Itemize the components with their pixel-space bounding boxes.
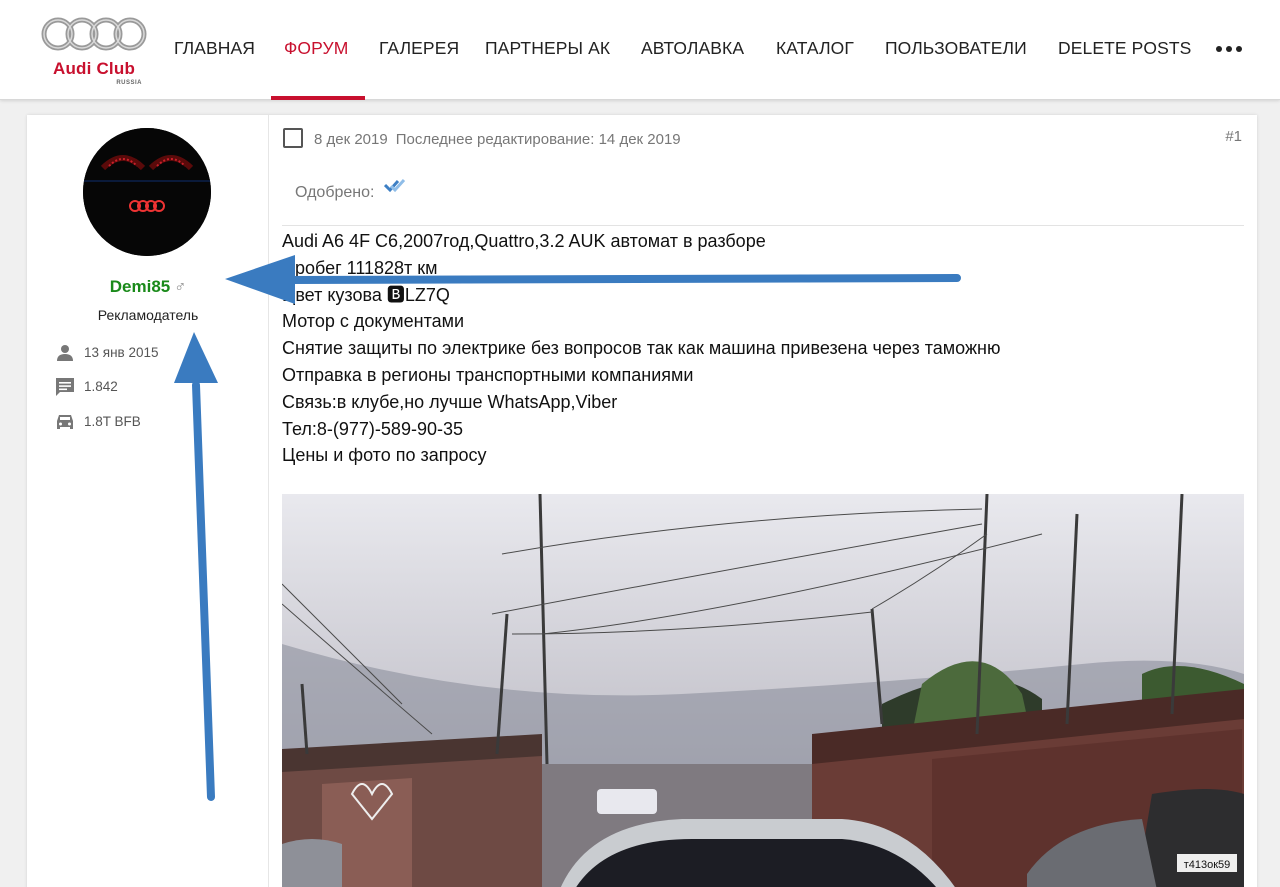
nav-item[interactable]: ГАЛЕРЕЯ <box>379 38 459 59</box>
post-user-sidebar: Demi85 ♂ Рекламодатель 13 янв 2015 1.842 … <box>27 115 269 887</box>
double-check-icon <box>384 178 406 193</box>
post-separator <box>282 225 1244 226</box>
car-icon <box>57 415 73 429</box>
audi-rings-icon <box>41 17 147 51</box>
post-line: Связь:в клубе,но лучше WhatsApp,Viber <box>282 391 618 412</box>
post-date-link[interactable]: 8 дек 2019 <box>314 131 388 148</box>
last-edited-text: Последнее редактирование: 14 дек 2019 <box>395 131 681 148</box>
more-horizontal-icon[interactable] <box>1216 46 1242 52</box>
user-title: Рекламодатель <box>97 307 199 323</box>
post-number-link[interactable]: #1 <box>1225 128 1242 145</box>
male-gender-icon: ♂ <box>174 279 187 296</box>
car-value: 1.8T BFB <box>84 414 141 429</box>
username-link[interactable]: Demi85 <box>110 277 170 296</box>
post-line: Тел:8-(977)-589-90-35 <box>282 418 463 439</box>
active-nav-underline <box>271 96 365 100</box>
post-line: Мотор с документами <box>282 311 465 332</box>
nav-item[interactable]: ПОЛЬЗОВАТЕЛИ <box>885 38 1027 59</box>
person-icon <box>57 345 73 361</box>
post-line: Audi A6 4F C6,2007год,Quattro,3.2 AUK ав… <box>282 231 766 251</box>
nav-item[interactable]: КАТАЛОГ <box>776 38 854 59</box>
approved-row: Одобрено: <box>295 178 406 202</box>
nav-item[interactable]: DELETE POSTS <box>1058 38 1191 59</box>
username-row: Demi85 ♂ <box>27 277 269 297</box>
forum-post: Demi85 ♂ Рекламодатель 13 янв 2015 1.842 … <box>27 115 1257 887</box>
message-count-value: 1.842 <box>84 379 118 394</box>
post-line: Цены и фото по запросу <box>282 445 487 466</box>
post-line: Цвет кузова 🅱LZ7Q <box>282 284 450 305</box>
nav-item[interactable]: ПАРТНЕРЫ АК <box>485 38 610 59</box>
nav-item[interactable]: АВТОЛАВКА <box>641 38 744 59</box>
post-content: 8 дек 2019 Последнее редактирование: 14 д… <box>282 115 1244 887</box>
site-header: Audi Club RUSSIA ГЛАВНАЯ ФОРУМ ГАЛЕРЕЯ ПАРТ… <box>0 0 1280 100</box>
approved-label: Одобрено: <box>295 184 375 201</box>
nav-item[interactable]: ГЛАВНАЯ <box>174 38 255 59</box>
comment-icon <box>56 378 74 396</box>
post-meta: 8 дек 2019 Последнее редактирование: 14 д… <box>314 131 681 148</box>
audi-club-logo[interactable]: Audi Club RUSSIA <box>38 14 150 88</box>
post-line: Снятие защиты по электрике без вопросов … <box>282 338 1001 359</box>
logo-country-text: RUSSIA <box>116 80 142 86</box>
license-plate-text: т413ок59 <box>1184 859 1231 871</box>
user-avatar[interactable] <box>83 128 211 256</box>
post-photo[interactable]: т413ок59 <box>282 494 1244 887</box>
post-line: Отправка в регионы транспортными компани… <box>282 364 694 385</box>
logo-brand-text: Audi Club <box>52 59 136 78</box>
joined-date-value: 13 янв 2015 <box>84 345 159 360</box>
select-post-checkbox[interactable] <box>283 128 303 148</box>
post-message: Audi A6 4F C6,2007год,Quattro,3.2 AUK ав… <box>282 228 1244 469</box>
post-line: Пробег 111828т км <box>282 257 438 278</box>
nav-item[interactable]: ФОРУМ <box>284 38 348 59</box>
